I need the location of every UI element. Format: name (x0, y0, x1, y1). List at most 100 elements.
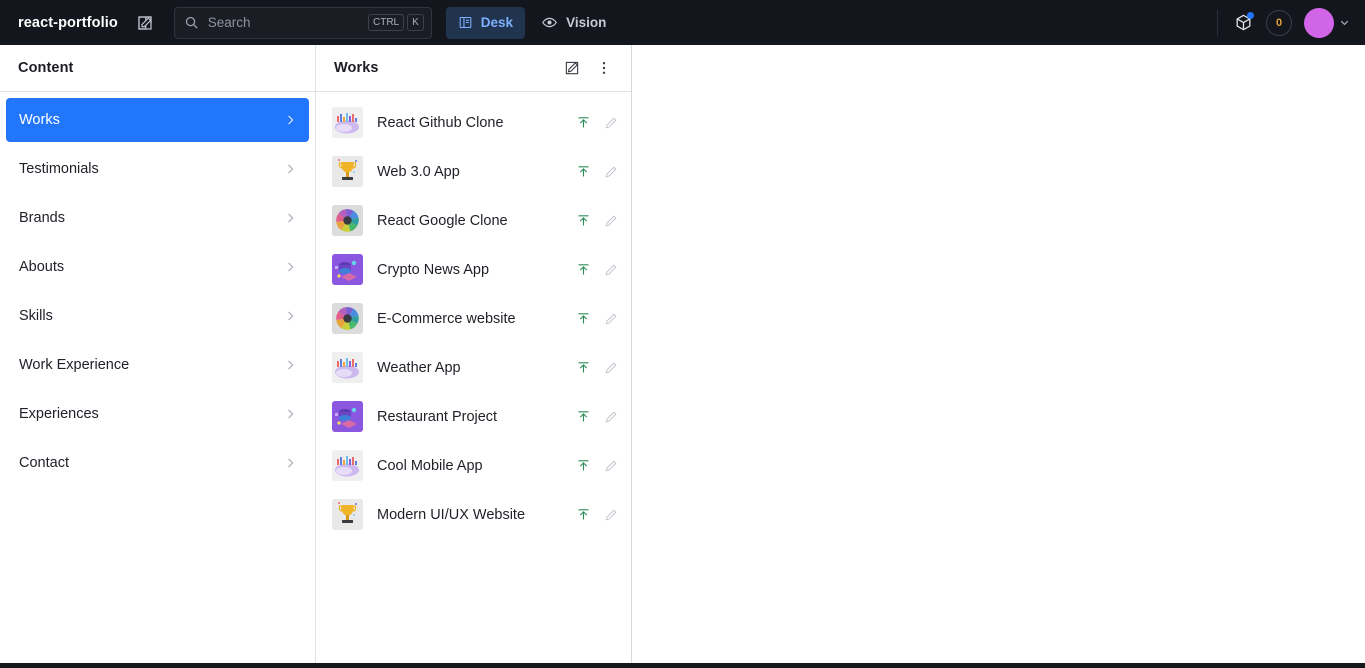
list-item[interactable]: E-Commerce website (316, 294, 631, 343)
list-item[interactable]: Weather App (316, 343, 631, 392)
document-title: Cool Mobile App (377, 457, 483, 474)
content-pane: Content Works Testimonials Brands Abouts… (0, 45, 316, 663)
sidebar-item-work-experience[interactable]: Work Experience (6, 343, 309, 387)
row-actions (573, 456, 621, 476)
package-cube-icon[interactable] (1228, 8, 1258, 38)
document-title: Weather App (377, 359, 461, 376)
tab-vision[interactable]: Vision (529, 7, 618, 39)
pencil-edit-icon[interactable] (601, 505, 621, 525)
sidebar-item-label: Contact (19, 455, 69, 471)
sidebar-item-contact[interactable]: Contact (6, 441, 309, 485)
list-item[interactable]: Restaurant Project (316, 392, 631, 441)
sidebar-item-abouts[interactable]: Abouts (6, 245, 309, 289)
document-title: E-Commerce website (377, 310, 516, 327)
list-item[interactable]: React Google Clone (316, 196, 631, 245)
document-thumbnail-trophy (332, 156, 363, 187)
document-thumbnail-purple-isometric (332, 401, 363, 432)
document-title: Crypto News App (377, 261, 490, 278)
compose-icon[interactable] (130, 8, 160, 38)
document-list: React Github Clone Web 3.0 App React Goo… (316, 92, 631, 663)
row-actions (573, 113, 621, 133)
list-item[interactable]: React Github Clone (316, 98, 631, 147)
publish-up-arrow-icon[interactable] (573, 358, 593, 378)
search-input[interactable]: Search CTRL K (173, 6, 432, 39)
search-shortcut: CTRL K (367, 14, 424, 31)
pencil-edit-icon[interactable] (601, 162, 621, 182)
document-title: Modern UI/UX Website (377, 506, 526, 523)
list-item[interactable]: Modern UI/UX Website (316, 490, 631, 539)
sidebar-item-experiences[interactable]: Experiences (6, 392, 309, 436)
sidebar-item-works[interactable]: Works (6, 98, 309, 142)
pencil-edit-icon[interactable] (601, 260, 621, 280)
user-menu-button[interactable] (1304, 7, 1351, 38)
publish-up-arrow-icon[interactable] (573, 407, 593, 427)
chevron-down-icon (1338, 16, 1351, 29)
row-actions (573, 162, 621, 182)
chevron-right-icon (283, 309, 297, 323)
publish-up-arrow-icon[interactable] (573, 505, 593, 525)
document-detail-pane (632, 45, 1365, 663)
row-actions (573, 260, 621, 280)
pencil-edit-icon[interactable] (601, 456, 621, 476)
document-title: React Google Clone (377, 212, 508, 229)
publish-up-arrow-icon[interactable] (573, 211, 593, 231)
chevron-right-icon (283, 407, 297, 421)
publish-up-arrow-icon[interactable] (573, 456, 593, 476)
chevron-right-icon (283, 113, 297, 127)
top-bar-right-actions: 0 (1215, 7, 1355, 38)
sidebar-item-label: Work Experience (19, 357, 130, 373)
publish-up-arrow-icon[interactable] (573, 309, 593, 329)
pencil-edit-icon[interactable] (601, 407, 621, 427)
document-thumbnail-purple-isometric (332, 254, 363, 285)
list-item[interactable]: Crypto News App (316, 245, 631, 294)
tab-desk[interactable]: Desk (445, 6, 526, 39)
desk-panels-icon (458, 15, 473, 30)
tab-desk-label: Desk (480, 15, 514, 30)
pencil-edit-icon[interactable] (601, 358, 621, 378)
row-actions (573, 358, 621, 378)
list-item[interactable]: Web 3.0 App (316, 147, 631, 196)
update-notification-dot (1247, 11, 1254, 19)
top-navigation-bar: react-portfolio Search CTRL K Desk Visio… (0, 0, 1365, 45)
sidebar-item-label: Testimonials (19, 161, 99, 177)
panes-container: Content Works Testimonials Brands Abouts… (0, 45, 1365, 663)
pencil-edit-icon[interactable] (601, 309, 621, 329)
sidebar-item-testimonials[interactable]: Testimonials (6, 147, 309, 191)
eye-icon (541, 14, 558, 31)
list-item[interactable]: Cool Mobile App (316, 441, 631, 490)
sidebar-item-label: Brands (19, 210, 65, 226)
row-actions (573, 211, 621, 231)
document-thumbnail-landscape-abstract (332, 107, 363, 138)
content-pane-title: Content (18, 60, 74, 76)
window-bottom-strip (0, 663, 1365, 668)
document-thumbnail-pinwheel-aperture (332, 205, 363, 236)
publish-up-arrow-icon[interactable] (573, 113, 593, 133)
document-list-title: Works (334, 60, 379, 76)
pencil-edit-icon[interactable] (601, 113, 621, 133)
status-badge[interactable]: 0 (1266, 9, 1292, 36)
document-thumbnail-landscape-abstract (332, 450, 363, 481)
sidebar-item-skills[interactable]: Skills (6, 294, 309, 338)
document-list-actions (557, 53, 619, 83)
compose-create-icon[interactable] (557, 53, 587, 83)
document-title: Restaurant Project (377, 408, 498, 425)
more-vertical-icon[interactable] (589, 53, 619, 83)
avatar (1304, 7, 1334, 38)
chevron-right-icon (283, 456, 297, 470)
tab-vision-label: Vision (566, 15, 607, 30)
sidebar-item-label: Skills (19, 308, 53, 324)
content-pane-header: Content (0, 45, 315, 92)
search-placeholder: Search (207, 15, 251, 30)
document-thumbnail-landscape-abstract (332, 352, 363, 383)
row-actions (573, 309, 621, 329)
publish-up-arrow-icon[interactable] (573, 260, 593, 280)
schema-type-list: Works Testimonials Brands Abouts Skills … (0, 92, 315, 663)
sidebar-item-brands[interactable]: Brands (6, 196, 309, 240)
shortcut-key-ctrl: CTRL (367, 14, 405, 31)
publish-up-arrow-icon[interactable] (573, 162, 593, 182)
pencil-edit-icon[interactable] (601, 211, 621, 231)
chevron-right-icon (283, 211, 297, 225)
sidebar-item-label: Works (19, 112, 60, 128)
document-list-pane: Works React Github Clone Web 3.0 App Rea… (316, 45, 632, 663)
main-tabs: Desk Vision (445, 6, 619, 39)
